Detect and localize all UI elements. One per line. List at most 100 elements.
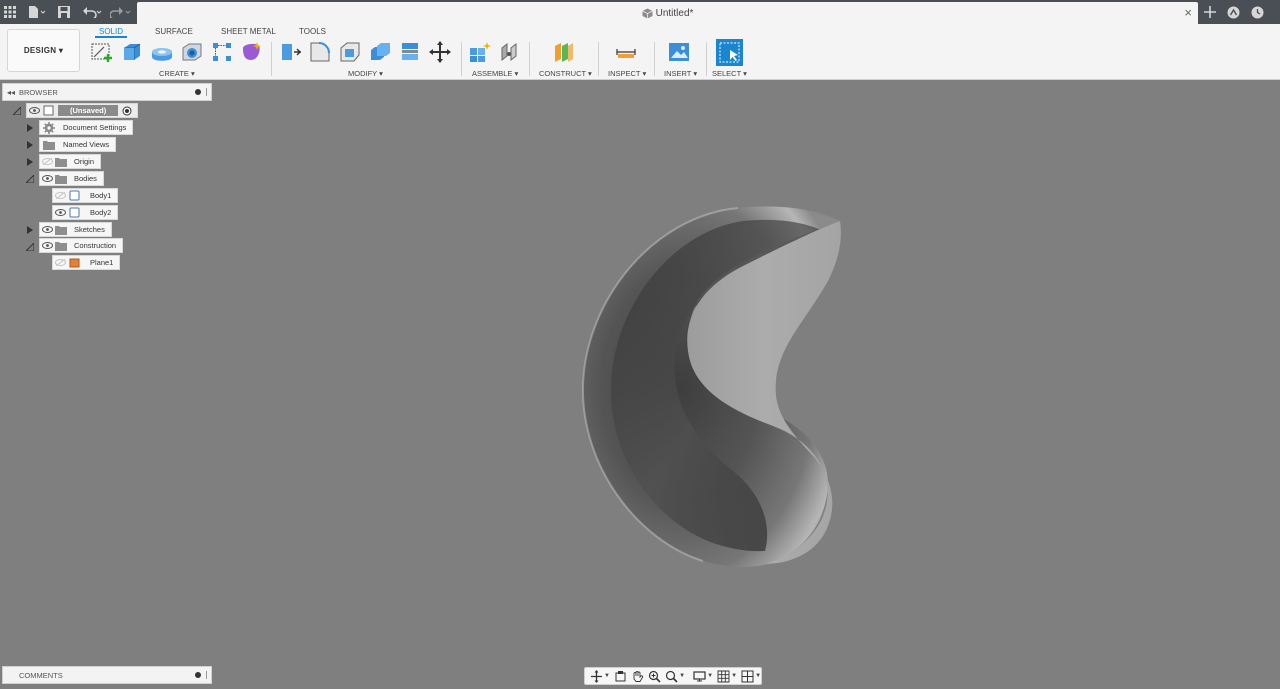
visibility-eye-icon[interactable] [53,206,67,219]
chamfer-icon[interactable] [338,40,362,64]
undo-icon[interactable] [82,0,102,24]
browser-item-sketches[interactable]: Sketches [39,222,112,237]
new-component-icon[interactable] [468,40,492,64]
browser-root-node[interactable]: (Unsaved) [26,103,139,118]
chevron-down-icon[interactable]: ▼ [707,673,713,679]
tab-solid[interactable]: SOLID [95,26,128,38]
workspace-switcher-button[interactable]: DESIGN ▾ [7,29,80,72]
assemble-group-label[interactable]: ASSEMBLE ▾ [472,69,518,78]
offset-plane-icon[interactable] [552,40,576,64]
title-bar: Untitled* × [0,0,1280,24]
ribbon-separator [598,42,599,76]
pattern-icon[interactable] [210,40,234,64]
create-form-icon[interactable] [240,40,264,64]
expand-toggle-icon[interactable] [26,174,34,184]
create-group-label[interactable]: CREATE ▾ [159,69,195,78]
navigation-toolbar: ▼ ▼ ▼ ▼ ▼ [584,667,762,685]
expand-toggle-icon[interactable] [26,157,34,167]
tab-sheet-metal[interactable]: SHEET METAL [221,26,276,38]
visibility-eye-icon[interactable] [27,104,41,117]
construct-group-label[interactable]: CONSTRUCT ▾ [539,69,592,78]
browser-item-document-settings[interactable]: Document Settings [39,120,134,135]
expand-toggle-icon[interactable] [13,106,21,116]
revolve-icon[interactable] [150,40,174,64]
expand-toggle-icon[interactable] [26,225,34,235]
visibility-eye-icon[interactable] [40,172,54,185]
ribbon-separator [654,42,655,76]
move-copy-icon[interactable] [428,40,452,64]
hidden-eye-icon[interactable] [40,155,54,168]
visibility-eye-icon[interactable] [40,239,54,252]
fit-zoom-icon[interactable] [664,669,678,683]
redo-icon[interactable] [110,0,132,24]
panel-pin-icon[interactable] [195,672,201,678]
browser-item-body1[interactable]: Body1 [52,188,119,203]
folder-icon [54,223,68,236]
3d-viewport[interactable] [213,81,1280,665]
display-settings-icon[interactable] [692,669,706,683]
ribbon-separator [529,42,530,76]
press-pull-icon[interactable] [278,40,302,64]
inspect-group-label[interactable]: INSPECT ▾ [608,69,646,78]
modify-group-label[interactable]: MODIFY ▾ [348,69,383,78]
ribbon-separator [706,42,707,76]
collapse-panel-icon[interactable]: ◂◂ [3,88,19,97]
app-grid-icon[interactable] [4,0,16,24]
hidden-eye-icon[interactable] [53,256,67,269]
extrude-icon[interactable] [120,40,144,64]
tab-surface[interactable]: SURFACE [155,26,193,38]
browser-item-named-views[interactable]: Named Views [39,137,117,152]
browser-item-bodies[interactable]: Bodies [39,171,104,186]
combine-icon[interactable] [368,40,392,64]
chevron-down-icon[interactable]: ▼ [679,673,685,679]
notifications-clock-icon[interactable] [1248,2,1266,22]
browser-item-label: Construction [74,241,117,250]
browser-item-origin[interactable]: Origin [39,154,102,169]
browser-item-construction[interactable]: Construction [39,238,124,253]
look-at-icon[interactable] [613,669,627,683]
ribbon-separator [271,42,272,76]
tab-tools[interactable]: TOOLS [299,26,326,38]
pan-hand-icon[interactable] [630,669,644,683]
expand-toggle-icon[interactable] [26,242,34,252]
zoom-icon[interactable] [647,669,661,683]
chevron-down-icon[interactable]: ▼ [604,673,610,679]
document-tab[interactable]: Untitled* × [137,2,1198,24]
hole-icon[interactable] [180,40,204,64]
joint-icon[interactable] [498,40,522,64]
file-menu-icon[interactable] [28,0,46,24]
close-tab-icon[interactable]: × [1184,5,1192,20]
split-body-icon[interactable] [398,40,422,64]
create-sketch-icon[interactable] [90,40,114,64]
expand-toggle-icon[interactable] [26,123,34,133]
panel-resize-handle[interactable] [206,671,207,679]
fillet-icon[interactable] [308,40,332,64]
comments-panel-header[interactable]: COMMENTS [2,666,212,684]
select-group-label[interactable]: SELECT ▾ [712,69,747,78]
browser-item-plane1[interactable]: Plane1 [52,255,121,270]
model-shell-body[interactable] [213,81,1280,665]
panel-pin-icon[interactable] [195,89,201,95]
save-icon[interactable] [58,0,70,24]
grid-snaps-icon[interactable] [716,669,730,683]
chevron-down-icon[interactable]: ▼ [731,673,737,679]
insert-image-icon[interactable] [667,40,691,64]
select-icon[interactable] [716,39,743,66]
expand-toggle-icon[interactable] [26,140,34,150]
new-tab-icon[interactable] [1201,2,1219,22]
browser-item-label: Named Views [63,140,110,149]
visibility-eye-icon[interactable] [40,223,54,236]
panel-resize-handle[interactable] [206,88,207,96]
activate-radio-icon[interactable] [120,104,134,117]
folder-icon [54,155,68,168]
chevron-down-icon[interactable]: ▼ [755,673,761,679]
orbit-icon[interactable] [589,669,603,683]
job-status-icon[interactable] [1224,2,1242,22]
viewports-icon[interactable] [740,669,754,683]
measure-icon[interactable] [614,40,638,64]
browser-panel-header[interactable]: ◂◂ BROWSER [2,83,212,101]
browser-item-body2[interactable]: Body2 [52,205,119,220]
insert-group-label[interactable]: INSERT ▾ [664,69,697,78]
hidden-eye-icon[interactable] [53,189,67,202]
ribbon-separator [461,42,462,76]
